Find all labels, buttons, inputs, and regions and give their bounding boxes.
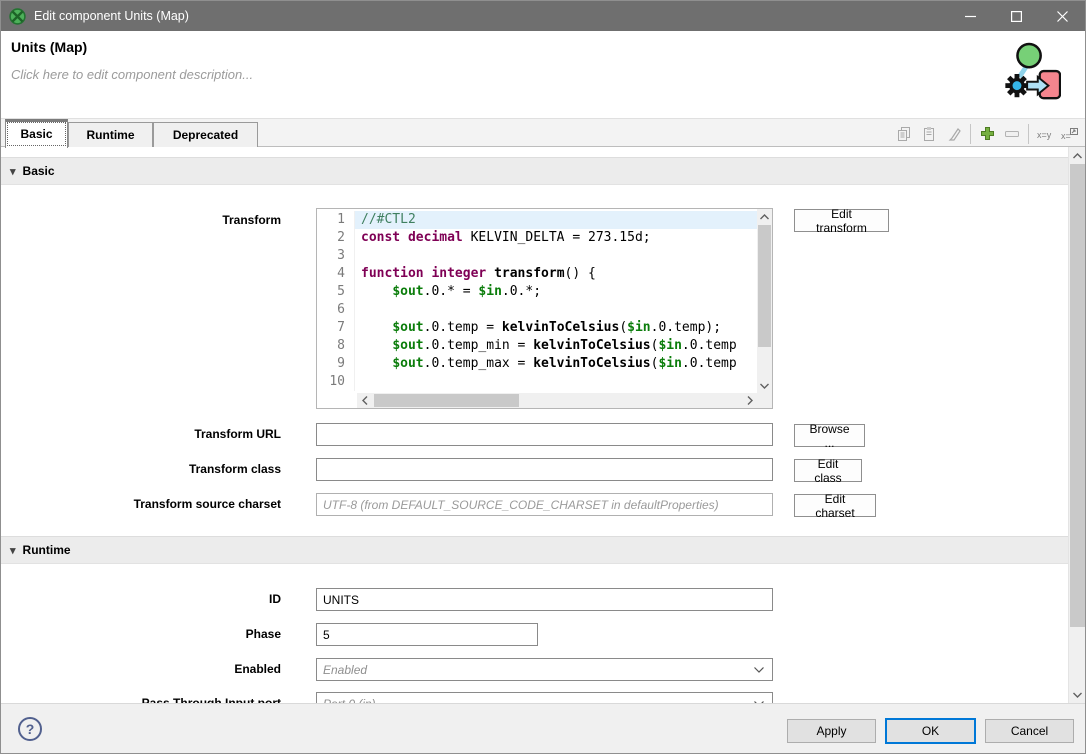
code-line: 5 $out.0.* = $in.0.*; [317,283,757,301]
scrollbar-corner [757,393,772,408]
svg-text:x=y: x=y [1037,130,1052,140]
window-controls [947,1,1085,31]
simple-properties-icon[interactable]: x=y [1036,125,1054,143]
dialog-content: ▾ Basic Transform 1//#CTL22const decimal… [1,147,1085,703]
dialog-vertical-scrollbar[interactable] [1068,147,1085,703]
charset-label: Transform source charset [21,493,281,516]
edit-transform-button[interactable]: Edit transform [794,209,889,232]
scroll-up-icon[interactable] [757,209,772,224]
scroll-down-icon[interactable] [1069,686,1085,703]
scroll-down-icon[interactable] [757,378,772,393]
code-line: 1//#CTL2 [317,211,757,229]
apply-button[interactable]: Apply [787,719,876,743]
add-property-icon[interactable] [978,125,996,143]
code-line: 4function integer transform() { [317,265,757,283]
code-line: 8 $out.0.temp_min = kelvinToCelsius($in.… [317,337,757,355]
transform-class-label: Transform class [21,458,281,481]
ok-button[interactable]: OK [885,718,976,744]
enabled-label: Enabled [21,658,281,681]
code-line: 7 $out.0.temp = kelvinToCelsius($in.0.te… [317,319,757,337]
toolbar-separator [970,124,971,144]
transform-label: Transform [21,209,281,232]
copy-icon [895,125,913,143]
dialog-footer: ? Apply OK Cancel [1,703,1085,754]
browse-button[interactable]: Browse ... [794,424,865,447]
map-component-icon [1001,41,1061,107]
transform-url-label: Transform URL [21,423,281,446]
editor-vscroll-thumb[interactable] [758,225,771,347]
tab-deprecated[interactable]: Deprecated [153,122,258,148]
id-label: ID [21,588,281,611]
editor-hscroll-thumb[interactable] [374,394,519,407]
scroll-right-icon[interactable] [742,393,757,408]
transform-url-input[interactable] [316,423,773,446]
charset-input[interactable] [316,493,773,516]
editor-horizontal-scrollbar[interactable] [357,393,757,408]
edit-class-button[interactable]: Edit class [794,459,862,482]
section-runtime[interactable]: ▾ Runtime [1,536,1070,564]
id-input[interactable] [316,588,773,611]
gear-icon [1005,74,1028,97]
component-description-placeholder[interactable]: Click here to edit component description… [11,67,253,82]
properties-toolbar: x=y x= [895,121,1079,146]
erase-icon [945,125,963,143]
pass-through-select[interactable]: Port 0 (in) [316,692,773,703]
scroll-left-icon[interactable] [357,393,372,408]
section-basic[interactable]: ▾ Basic [1,157,1070,185]
cancel-button[interactable]: Cancel [985,719,1074,743]
code-line: 2const decimal KELVIN_DELTA = 273.15d; [317,229,757,247]
tab-runtime[interactable]: Runtime [68,122,153,148]
maximize-button[interactable] [993,1,1039,31]
dialog-header: Units (Map) Click here to edit component… [1,31,1085,118]
pass-through-label: Pass Through Input port [21,692,281,703]
collapse-caret-icon: ▾ [10,165,16,178]
transform-code-editor[interactable]: 1//#CTL22const decimal KELVIN_DELTA = 27… [316,208,773,409]
tab-basic[interactable]: Basic [5,119,68,148]
toolbar-separator [1028,124,1029,144]
chevron-down-icon [754,667,764,673]
edit-charset-button[interactable]: Edit charset [794,494,876,517]
collapse-caret-icon: ▾ [10,544,16,557]
phase-label: Phase [21,623,281,646]
svg-text:x=: x= [1061,131,1071,141]
scroll-up-icon[interactable] [1069,147,1085,164]
component-name: Units (Map) [11,39,87,55]
advanced-properties-icon[interactable]: x= [1061,125,1079,143]
code-line: 3 [317,247,757,265]
code-lines[interactable]: 1//#CTL22const decimal KELVIN_DELTA = 27… [317,211,757,393]
edit-component-dialog: Edit component Units (Map) Units (Map) C… [0,0,1086,754]
remove-property-icon [1003,125,1021,143]
minimize-button[interactable] [947,1,993,31]
transform-class-input[interactable] [316,458,773,481]
paste-icon [920,125,938,143]
code-line: 9 $out.0.temp_max = kelvinToCelsius($in.… [317,355,757,373]
help-button[interactable]: ? [18,717,42,741]
clover-logo-icon [9,8,26,25]
code-line: 10 [317,373,757,391]
titlebar[interactable]: Edit component Units (Map) [1,1,1085,31]
close-button[interactable] [1039,1,1085,31]
dialog-vscroll-thumb[interactable] [1070,164,1085,627]
enabled-select[interactable]: Enabled [316,658,773,681]
code-line: 6 [317,301,757,319]
tab-strip: Basic Runtime Deprecated [1,118,1085,147]
window-title: Edit component Units (Map) [34,9,189,23]
editor-vertical-scrollbar[interactable] [757,209,772,393]
phase-input[interactable] [316,623,538,646]
